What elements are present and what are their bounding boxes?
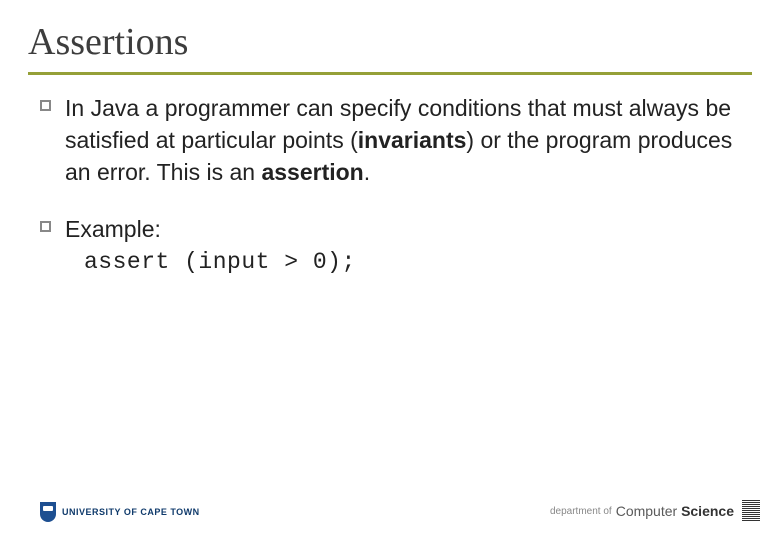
text-fragment: Computer — [616, 503, 681, 519]
footer: UNIVERSITY OF CAPE TOWN department of Co… — [40, 500, 760, 522]
barcode-icon — [742, 500, 760, 522]
department-small: department of — [550, 506, 612, 517]
shield-icon — [40, 502, 56, 522]
slide-content: In Java a programmer can specify conditi… — [40, 92, 740, 275]
bullet-item: In Java a programmer can specify conditi… — [40, 92, 740, 189]
department-name: Computer Science — [616, 503, 734, 519]
bullet-item: Example: — [40, 213, 740, 245]
university-name: UNIVERSITY OF CAPE TOWN — [62, 507, 200, 517]
university-logo: UNIVERSITY OF CAPE TOWN — [40, 502, 200, 522]
title-underline — [28, 72, 752, 75]
slide-title: Assertions — [28, 20, 188, 64]
text-bold: Science — [681, 503, 734, 519]
bullet-icon — [40, 221, 51, 232]
code-example: assert (input > 0); — [84, 249, 740, 275]
bullet-text: Example: — [65, 213, 161, 245]
department-logo: department of Computer Science — [550, 500, 760, 522]
slide: Assertions In Java a programmer can spec… — [0, 0, 780, 540]
text-bold: invariants — [358, 127, 467, 153]
text-bold: assertion — [261, 159, 363, 185]
text-fragment: . — [364, 159, 370, 185]
bullet-icon — [40, 100, 51, 111]
bullet-text: In Java a programmer can specify conditi… — [65, 92, 740, 189]
